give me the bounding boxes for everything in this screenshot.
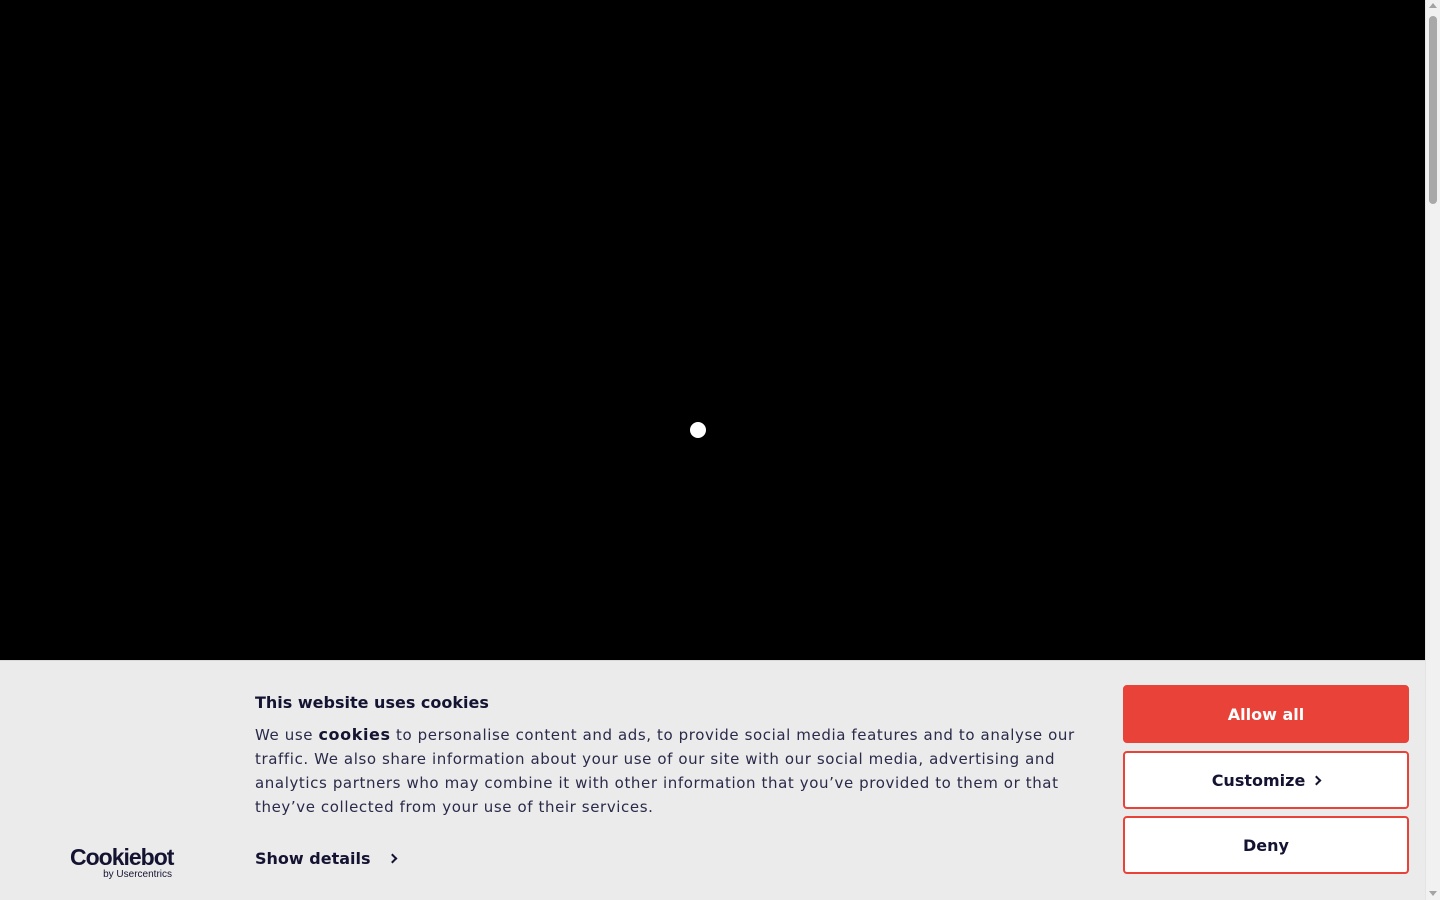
- customize-button[interactable]: Customize: [1123, 751, 1409, 809]
- cookie-banner-title: This website uses cookies: [255, 693, 489, 712]
- cookies-link[interactable]: cookies: [318, 725, 390, 744]
- cookiebot-logo-by: by Usercentrics: [103, 869, 172, 880]
- scroll-up-icon[interactable]: [1429, 3, 1437, 8]
- chevron-right-icon: [1311, 775, 1322, 785]
- allow-all-label: Allow all: [1227, 704, 1305, 724]
- cookie-banner-content: This website uses cookies We use cookies…: [255, 693, 1085, 819]
- scroll-down-icon[interactable]: [1429, 891, 1437, 896]
- cookie-banner-text: We use cookies to personalise content an…: [255, 723, 1085, 819]
- show-details-label: Show details: [255, 849, 371, 868]
- scroll-thumb[interactable]: [1429, 16, 1437, 204]
- cookiebot-logo-brand: Cookiebot: [70, 844, 174, 870]
- allow-all-button[interactable]: Allow all: [1123, 685, 1409, 743]
- cookiebot-logo: Cookiebot by Usercentrics: [70, 844, 176, 880]
- loading-dot: [690, 422, 706, 438]
- customize-label: Customize: [1211, 770, 1306, 790]
- deny-button[interactable]: Deny: [1123, 816, 1409, 874]
- show-details-link[interactable]: Show details: [255, 849, 397, 868]
- cookie-text-prefix: We use: [255, 726, 319, 744]
- deny-label: Deny: [1243, 835, 1289, 855]
- cookie-consent-banner: Cookiebot by Usercentrics This website u…: [0, 660, 1425, 900]
- chevron-right-icon: [387, 853, 397, 864]
- vertical-scrollbar[interactable]: [1425, 0, 1440, 900]
